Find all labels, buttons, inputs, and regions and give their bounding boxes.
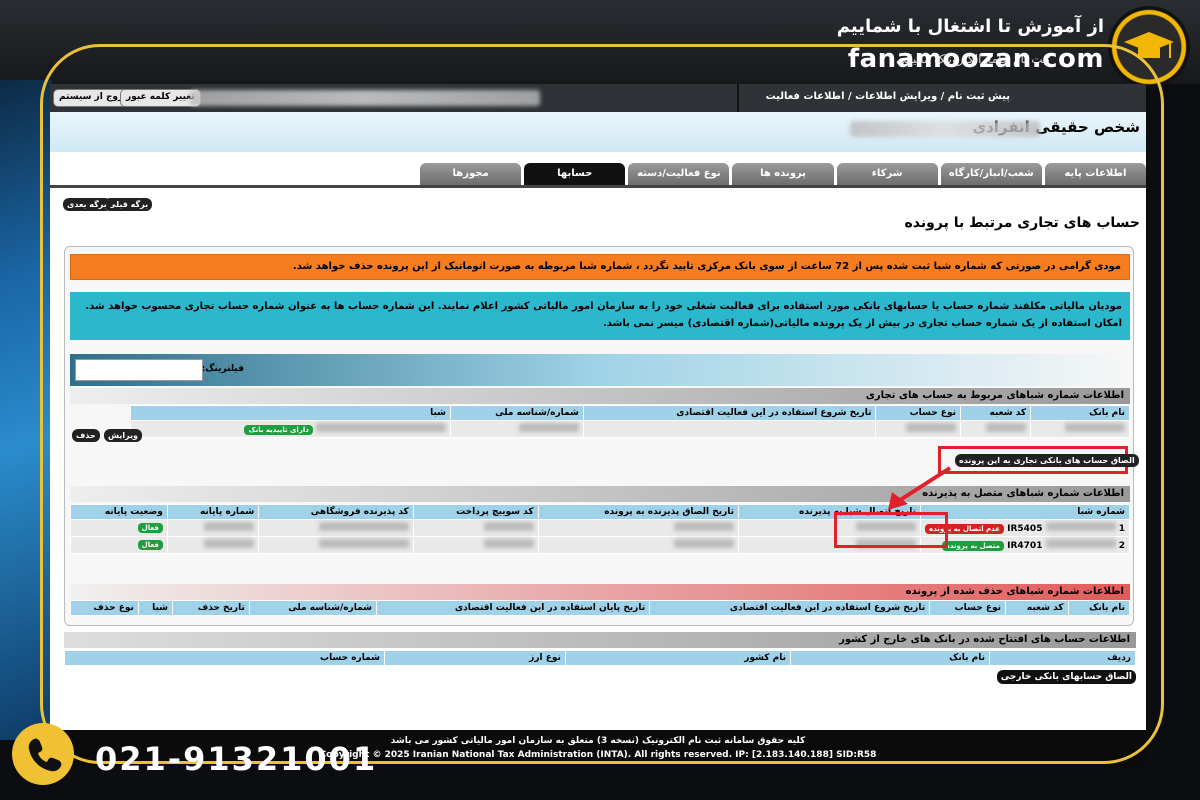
redacted-value <box>674 539 735 548</box>
tab-licenses[interactable]: مجوزها <box>420 163 522 185</box>
col-terminal-status: وضعیت پایانه <box>70 504 168 520</box>
col-branch-code: کد شعبه <box>959 405 1032 421</box>
redacted-value <box>1045 539 1116 548</box>
foreign-table: ردیف نام بانک نام کشور نوع ارز شماره حسا… <box>64 650 1137 666</box>
redacted-value <box>1045 522 1116 531</box>
col-delete-date: تاریخ حذف <box>172 600 250 616</box>
redacted-value <box>318 522 409 531</box>
prev-page-button[interactable]: برگه قبلی <box>104 198 153 211</box>
col-branch-code: کد شعبه <box>1005 600 1069 616</box>
acceptor-header: اطلاعات شماره شباهای متصل به پذیرنده <box>70 486 1130 502</box>
phone-number: 021-91321001 <box>95 740 378 778</box>
redacted-value <box>204 522 255 531</box>
col-national-id: شماره/شناسه ملی <box>248 600 378 616</box>
redacted-value <box>674 522 735 531</box>
redacted-value <box>518 423 579 432</box>
table-row: دارای تاییدیه بانک <box>130 420 1130 438</box>
tab-bar: اطلاعات پایه شعب/انبار/کارگاه شرکاء پرون… <box>420 163 1146 201</box>
active-badge: فعال <box>137 523 163 533</box>
deleted-table: نام بانک کد شعبه نوع حساب تاریخ شروع است… <box>70 600 1131 616</box>
tab-accounts[interactable]: حسابها <box>524 163 626 185</box>
redacted-value <box>1065 423 1125 432</box>
sheba-prefix: IR5405 <box>1007 524 1043 534</box>
col-sheba: شبا <box>130 405 451 421</box>
row-index: 2 <box>1118 541 1125 551</box>
col-account-type: نوع حساب <box>929 600 1006 616</box>
redacted-value <box>483 539 534 548</box>
attach-accounts-button[interactable]: الصاق حساب های بانکی تجاری به این پرونده <box>955 454 1139 467</box>
col-country: نام کشور <box>564 650 791 666</box>
col-start-date: تاریخ شروع استفاده در این فعالیت اقتصادی <box>649 600 931 616</box>
next-page-button[interactable]: برگه بعدی <box>63 198 111 211</box>
col-end-date: تاریخ پایان استفاده در این فعالیت اقتصاد… <box>375 600 651 616</box>
tab-branches[interactable]: شعب/انبار/کارگاه <box>940 163 1042 185</box>
brand-site: fanamoozan.com <box>847 44 1104 74</box>
col-start-date: تاریخ شروع استفاده در این فعالیت اقتصادی <box>582 405 877 421</box>
user-info-redacted <box>190 90 540 106</box>
deleted-header: اطلاعات شماره شباهای حذف شده از پرونده <box>70 584 1130 600</box>
col-attach-date: تاریخ الصاق پذیرنده به پرونده <box>537 504 740 520</box>
filter-input[interactable] <box>75 359 203 381</box>
col-bank-name: نام بانک <box>1067 600 1131 616</box>
filter-label: فیلترینگ: <box>201 364 244 374</box>
table-row: 2 IR4701 متصل به پرونده فعال <box>70 536 1130 554</box>
col-row: ردیف <box>988 650 1137 666</box>
graduation-cap-logo-icon <box>1108 6 1190 88</box>
redacted-value <box>986 423 1027 432</box>
attach-foreign-accounts-button[interactable]: الصاق حسابهای بانکی خارجی <box>996 670 1136 684</box>
redacted-value <box>316 423 446 432</box>
linked-accounts-table: نام بانک کد شعبه نوع حساب تاریخ شروع است… <box>130 405 1130 438</box>
arrow-annotation-icon <box>888 466 952 510</box>
col-currency: نوع ارز <box>384 650 566 666</box>
sheba-prefix: IR4701 <box>1007 541 1043 551</box>
phone-icon <box>12 723 74 785</box>
tab-basic-info[interactable]: اطلاعات پایه <box>1044 163 1146 185</box>
col-account-type: نوع حساب <box>875 405 961 421</box>
col-terminal-number: شماره پایانه <box>166 504 260 520</box>
linked-accounts-header: اطلاعات شماره شباهای مربوط به حساب های ت… <box>70 388 1130 404</box>
tab-activity-type[interactable]: نوع فعالیت/دسته بندی <box>628 163 730 201</box>
col-bank-name: نام بانک <box>1030 405 1130 421</box>
foreign-header: اطلاعات حساب های افتتاح شده در بانک های … <box>64 632 1136 648</box>
delete-button[interactable]: حذف <box>72 429 100 442</box>
col-merchant-code: کد پذیرنده فروشگاهی <box>258 504 414 520</box>
info-alert: مودیان مالیاتی مکلفند شماره حساب یا حساب… <box>70 292 1130 340</box>
active-badge: فعال <box>137 540 163 550</box>
col-sheba: شبا <box>137 600 174 616</box>
breadcrumb: پیش ثبت نام / ویرایش اطلاعات / اطلاعات ف… <box>765 91 1010 102</box>
warning-alert: مودی گرامی در صورتی که شماره شبا ثبت شده… <box>70 254 1130 280</box>
acceptor-table: شماره شبا تاریخ اتصال شبا به پذیرنده تار… <box>70 504 1130 554</box>
col-account-number: شماره حساب <box>64 650 385 666</box>
redacted-value <box>905 423 956 432</box>
section-title: حساب های تجاری مرتبط با پرونده <box>904 215 1140 231</box>
col-delete-type: نوع حذف <box>70 600 139 616</box>
tab-underline <box>50 185 1146 188</box>
row-index: 1 <box>1118 524 1125 534</box>
change-password-button[interactable]: تغییر کلمه عبور <box>120 89 201 107</box>
brand-slogan: از آموزش تا اشتغال با شماییم <box>836 16 1104 37</box>
table-row: 1 IR5405 عدم اتصال به پرونده فعال <box>70 519 1130 537</box>
edit-button[interactable]: ویرایش <box>104 429 143 442</box>
col-national-id: شماره/شناسه ملی <box>450 405 584 421</box>
taxpayer-name-redacted <box>850 121 1040 137</box>
redacted-value <box>483 522 534 531</box>
redacted-value <box>204 539 255 548</box>
bank-verified-badge: دارای تاییدیه بانک <box>244 425 313 435</box>
decorative-background <box>0 80 52 740</box>
tab-files[interactable]: پرونده ها <box>732 163 834 185</box>
divider <box>737 84 739 112</box>
col-switch-code: کد سوییچ پرداخت <box>412 504 539 520</box>
col-bank-name: نام بانک <box>789 650 990 666</box>
connected-badge: متصل به پرونده <box>941 541 1004 551</box>
redacted-value <box>318 539 409 548</box>
tab-partners[interactable]: شرکاء <box>836 163 938 185</box>
